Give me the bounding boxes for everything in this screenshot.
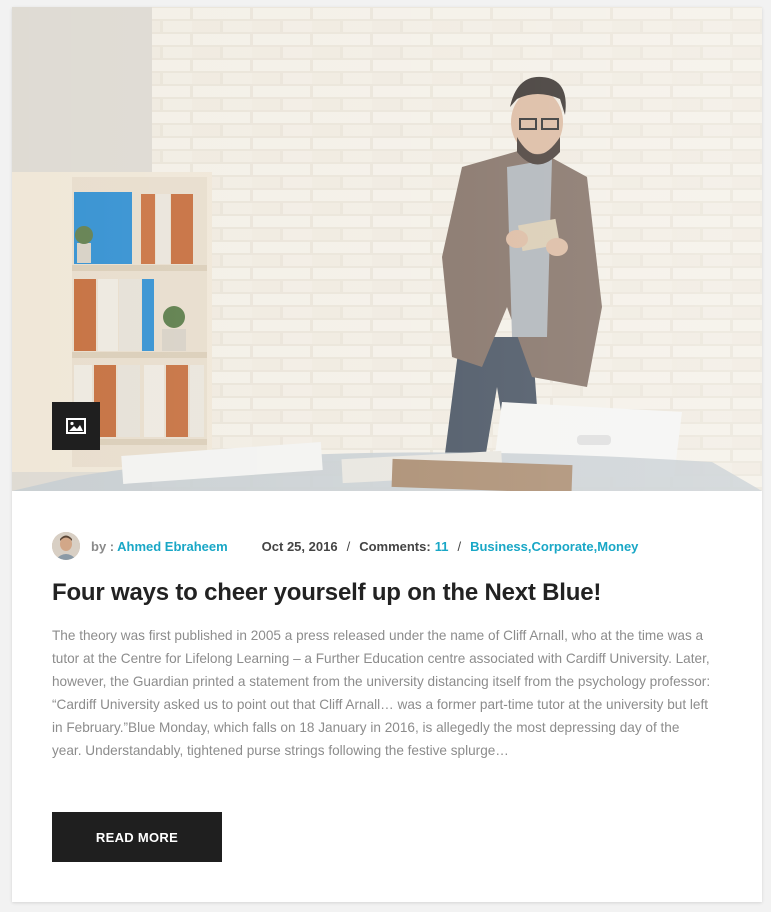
blog-post-card: by : Ahmed Ebraheem Oct 25, 2016 / Comme… [12,7,762,902]
author-link[interactable]: Ahmed Ebraheem [117,539,228,554]
read-more-button[interactable]: READ MORE [52,812,222,862]
author-prefix: by : [91,538,115,554]
image-icon [66,418,86,434]
meta-separator: / [457,538,462,554]
comments-count-link[interactable]: 11 [435,539,449,554]
featured-image[interactable] [12,7,762,491]
post-excerpt: The theory was first published in 2005 a… [52,628,711,758]
category-link-business[interactable]: Business [470,539,528,554]
avatar[interactable] [52,532,80,560]
comments-label: Comments: [359,538,431,554]
category-link-corporate[interactable]: ,Corporate [528,539,594,554]
post-title[interactable]: Four ways to cheer yourself up on the Ne… [52,577,732,609]
category-link-money[interactable]: ,Money [594,539,639,554]
post-meta: by : Ahmed Ebraheem Oct 25, 2016 / Comme… [52,531,732,561]
post-date: Oct 25, 2016 [261,538,338,554]
author-avatar-image [52,532,80,560]
image-format-badge[interactable] [52,402,100,450]
meta-separator: / [346,538,351,554]
office-photo [12,7,762,491]
